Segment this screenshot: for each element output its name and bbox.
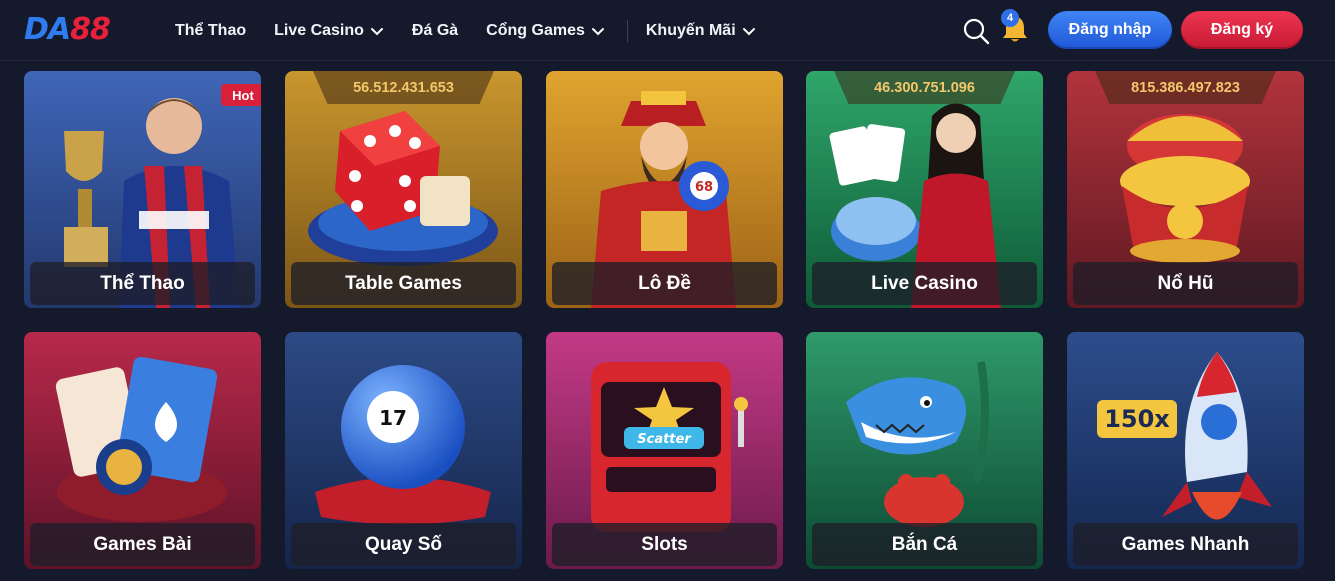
logo-text-da: DA [24, 12, 71, 47]
hot-badge: Hot [221, 84, 261, 106]
game-card-table-games[interactable]: 56.512.431.653 Table Games [285, 71, 522, 308]
game-card-label: Nổ Hũ [1073, 262, 1298, 305]
chevron-down-icon [742, 27, 755, 35]
game-card-label: Games Bài [30, 523, 255, 566]
game-card-label: Quay Số [291, 523, 516, 566]
nav-item-label: Khuyến Mãi [645, 21, 736, 39]
nav-item-cong-games[interactable]: Cổng Games [486, 22, 605, 40]
game-card-lo-de[interactable]: 68 Lô Đề [546, 71, 783, 308]
jackpot-amount: 815.386.497.823 [1095, 71, 1276, 104]
logo-text-88: 88 [70, 12, 111, 47]
scatter-sign: Scatter [637, 432, 692, 447]
game-card-label: Slots [552, 523, 777, 566]
nav-item-khuyen-mai[interactable]: Khuyến Mãi [646, 22, 756, 40]
game-card-games-nhanh[interactable]: 150x Games Nhanh [1067, 332, 1304, 569]
top-navigation-bar: DA88 Thể Thao Live Casino Đá Gà Cổng Gam… [0, 0, 1335, 61]
game-card-no-hu[interactable]: 815.386.497.823 Nổ Hũ [1067, 71, 1304, 308]
game-card-label: Live Casino [812, 262, 1037, 305]
nav-item-label: Cổng Games [486, 21, 585, 39]
chevron-down-icon [370, 27, 383, 35]
game-card-the-thao[interactable]: Hot Thể Thao [24, 71, 261, 308]
da88-logo[interactable]: DA88 [24, 12, 111, 48]
main-nav: Thể Thao Live Casino Đá Gà Cổng Games Kh… [175, 0, 784, 61]
game-card-label: Lô Đề [552, 262, 777, 305]
search-icon[interactable] [962, 17, 990, 45]
notification-count-badge: 4 [1001, 9, 1019, 27]
login-button[interactable]: Đăng nhập [1048, 11, 1172, 49]
game-card-ban-ca[interactable]: Bắn Cá [806, 332, 1043, 569]
multiplier-sign: 150x [1104, 405, 1170, 433]
game-card-label: Games Nhanh [1073, 523, 1298, 566]
nav-item-label: Đá Gà [411, 21, 459, 39]
lotto-ball-number: 17 [379, 406, 407, 430]
nav-item-the-thao[interactable]: Thể Thao [175, 22, 246, 40]
nav-item-label: Live Casino [274, 21, 364, 39]
game-card-label: Thể Thao [30, 262, 255, 305]
game-card-label: Bắn Cá [812, 523, 1037, 566]
chevron-down-icon [591, 27, 604, 35]
lottery-ball-number: 68 [695, 180, 713, 195]
register-button[interactable]: Đăng ký [1181, 11, 1303, 49]
game-card-quay-so[interactable]: 17 Quay Số [285, 332, 522, 569]
nav-item-da-ga[interactable]: Đá Gà [412, 22, 458, 40]
game-card-slots[interactable]: Scatter Slots [546, 332, 783, 569]
nav-divider [626, 19, 628, 42]
nav-item-live-casino[interactable]: Live Casino [274, 22, 384, 40]
game-card-live-casino[interactable]: 46.300.751.096 Live Casino [806, 71, 1043, 308]
game-card-games-bai[interactable]: Games Bài [24, 332, 261, 569]
nav-item-label: Thể Thao [175, 21, 247, 39]
jackpot-amount: 46.300.751.096 [834, 71, 1015, 104]
jackpot-amount: 56.512.431.653 [313, 71, 494, 104]
game-card-label: Table Games [291, 262, 516, 305]
